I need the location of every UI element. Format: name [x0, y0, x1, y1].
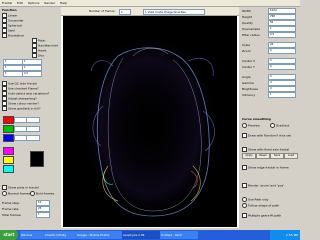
option-edge-fractal[interactable]: Show edge fractal in frame: [242, 165, 289, 170]
color-field-blue-2[interactable]: [26, 135, 40, 141]
save-button[interactable]: Save: [270, 153, 284, 159]
load-button[interactable]: Load: [284, 153, 298, 159]
label-center-y: Center Y: [242, 65, 255, 69]
label-center-x: Center X: [242, 59, 256, 63]
render-mode-select[interactable]: 1 shell mode image favorites: [143, 9, 205, 15]
radio-bold-frames[interactable]: Bold frames: [30, 191, 54, 196]
label-vibrancy: Vibrancy: [242, 93, 256, 97]
menu-render[interactable]: Render: [42, 0, 57, 5]
frames-input[interactable]: 1: [119, 9, 131, 15]
label-width: Width: [242, 9, 251, 13]
reset-button[interactable]: Reset: [256, 153, 270, 159]
menu-options[interactable]: Options: [26, 0, 42, 5]
windows-taskbar: start Window Chaotic Infinity Google - M…: [0, 230, 300, 240]
label-gamma: Gamma: [242, 81, 254, 85]
fractal-flame-image: [63, 16, 237, 227]
center-y-field[interactable]: 0: [268, 64, 296, 70]
label-quality: Quality: [242, 21, 253, 25]
render-toolbar: Number of frames: 1 1 shell mode image f…: [61, 7, 239, 16]
option-path-only[interactable]: Use Path only: [242, 197, 268, 202]
zoom-field[interactable]: 0: [268, 48, 296, 54]
option-random-axis[interactable]: Draw with Random? Axis set: [242, 133, 291, 138]
tab-gradient[interactable]: Gradient: [270, 123, 289, 128]
option-fixed-axis[interactable]: Show with fixed axis fractal: [242, 147, 289, 152]
fractal-canvas[interactable]: [63, 16, 237, 227]
menu-fractal[interactable]: Fractal: [0, 0, 14, 5]
label-brightness: Brightness: [242, 87, 258, 91]
option-render-zoom-pos[interactable]: Render 'zoom' and 'pos': [242, 183, 284, 188]
total-frames-field[interactable]: 1: [36, 212, 50, 218]
tab-curve-smoothing[interactable]: Curve smoothing: [242, 117, 271, 121]
filter-radius-field[interactable]: 0.5: [268, 32, 296, 38]
color-swatch-yellow[interactable]: [3, 156, 14, 164]
taskbar-item-window[interactable]: Window: [20, 231, 44, 239]
label-zoom: Zoom: [242, 49, 251, 53]
color-preview-black: [30, 151, 44, 167]
value-field-5[interactable]: 1: [3, 71, 23, 77]
apply-button[interactable]: Apply: [242, 153, 256, 159]
label-total-frames: Total frames:: [2, 213, 22, 217]
render-area: Number of frames: 1 1 shell mode image f…: [61, 7, 239, 228]
check-show-plots[interactable]: Show plots in fractal: [2, 185, 39, 190]
menu-bar: Fractal Edit Options Render Help: [0, 0, 300, 7]
color-swatch-cyan[interactable]: [3, 165, 14, 173]
taskbar-item-firefox[interactable]: Google - Mozilla Firefox: [76, 231, 122, 239]
option-follow-path[interactable]: Follow shape of path: [242, 203, 279, 208]
menu-help[interactable]: Help: [58, 0, 69, 5]
taskbar-item-paint[interactable]: Untitled - Paint: [160, 231, 198, 239]
check-horseshoe[interactable]: Horseshoe: [2, 33, 24, 38]
radio-normal-frames[interactable]: Normal frames: [2, 191, 30, 196]
vibrancy-field[interactable]: 1: [268, 92, 296, 98]
taskbar-item-apophysis[interactable]: Apophysis 2.06: [122, 231, 160, 239]
left-panel: Function Linear Sinusoidal Spherical Swi…: [0, 7, 60, 228]
check-disc[interactable]: Disc: [32, 53, 44, 58]
tab-preview[interactable]: Preview: [242, 123, 260, 128]
option-gradient-full[interactable]: Show gradient in full?: [2, 106, 41, 111]
color-field-red-2[interactable]: [26, 117, 40, 123]
label-angle: Angle: [242, 75, 251, 79]
color-swatch-blue[interactable]: [3, 134, 14, 142]
start-button[interactable]: start: [0, 230, 18, 240]
taskbar-item-chaotic[interactable]: Chaotic Infinity: [44, 231, 76, 239]
color-swatch-red[interactable]: [3, 116, 14, 124]
label-frame-step: Frame step:: [2, 201, 20, 205]
color-swatch-magenta[interactable]: [3, 147, 14, 155]
function-section-title: Function: [2, 8, 17, 12]
label-scale: Scale: [242, 43, 251, 47]
option-multiple-gears[interactable]: Multiple gears-fit path: [242, 213, 281, 218]
menu-edit[interactable]: Edit: [15, 0, 25, 5]
label-frame-rate: Frame rate:: [2, 207, 20, 211]
label-filter-radius: Filter radius: [242, 33, 260, 37]
system-tray-clock[interactable]: 2:55 PM: [270, 230, 300, 240]
color-field-green-2[interactable]: [26, 126, 40, 132]
value-field-6[interactable]: 0.5: [22, 71, 42, 77]
label-oversample: Oversample: [242, 27, 261, 31]
color-swatch-green[interactable]: [3, 125, 14, 133]
right-panel: Width 1024 Height 768 Quality 50 Oversam…: [240, 7, 300, 228]
frames-label: Number of frames:: [89, 9, 116, 13]
label-height: Height: [242, 15, 252, 19]
